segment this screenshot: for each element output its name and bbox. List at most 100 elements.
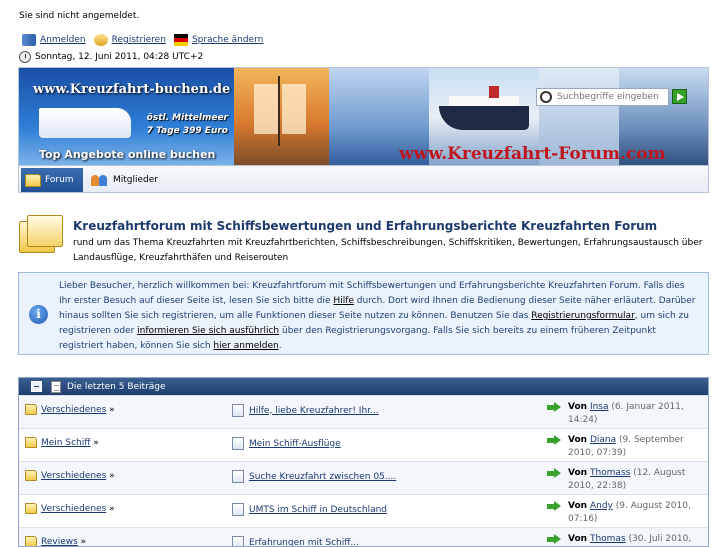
topic-icon (232, 437, 244, 450)
post-author: Von Thomass (12. August 2010, 22:38) (547, 467, 707, 493)
search-icon (540, 91, 552, 103)
post-row: Reviews » Erfahrungen mit Schiff... Von … (19, 527, 708, 547)
go-to-post-arrow-icon[interactable] (547, 468, 561, 479)
post-author: Von Andy (9. August 2010, 07:16) (547, 500, 707, 526)
post-board: Mein Schiff » (25, 437, 99, 448)
go-to-post-arrow-icon[interactable] (547, 534, 561, 545)
collapse-button[interactable] (31, 381, 42, 392)
board-link[interactable]: Reviews (41, 537, 78, 547)
topic-link[interactable]: Hilfe, liebe Kreuzfahrer! Ihr... (249, 406, 379, 416)
post-author: Von Insa (6. Januar 2011, 14:24) (547, 401, 707, 427)
welcome-info-box: i Lieber Besucher, herzlich willkommen b… (18, 272, 709, 355)
german-flag-icon (174, 34, 188, 46)
tab-members-label: Mitglieder (113, 175, 158, 185)
registration-form-link[interactable]: Registrierungsformular (531, 311, 634, 321)
topic-icon (232, 536, 244, 547)
document-icon (51, 381, 61, 393)
post-author: Von Diana (9. September 2010, 07:39) (547, 434, 707, 460)
author-link[interactable]: Andy (590, 501, 613, 511)
members-icon (91, 174, 109, 187)
topic-icon (232, 404, 244, 417)
login-status-text: Sie sind nicht angemeldet. (19, 11, 139, 21)
folder-icon (25, 174, 41, 187)
ad-logo-text: www.Kreuzfahrt-buchen.de (33, 82, 230, 97)
post-topic: Suche Kreuzfahrt zwischen 05.... (232, 470, 396, 483)
post-row: Verschiedenes » Hilfe, liebe Kreuzfahrer… (19, 395, 708, 428)
sail-shape (282, 84, 306, 134)
post-board: Verschiedenes » (25, 404, 115, 415)
board-link[interactable]: Verschiedenes (41, 471, 106, 481)
topic-link[interactable]: Mein Schiff-Ausflüge (249, 439, 341, 449)
tab-forum[interactable]: Forum (21, 168, 83, 192)
search-input[interactable] (555, 91, 665, 103)
board-folder-icon (25, 437, 37, 448)
change-language-link[interactable]: Sprache ändern (192, 35, 263, 45)
site-banner[interactable]: www.Kreuzfahrt-buchen.de östl. Mittelmee… (18, 67, 709, 166)
post-board: Verschiedenes » (25, 470, 115, 481)
ship-hull-shape (439, 106, 529, 130)
post-row: Verschiedenes » UMTS im Schiff in Deutsc… (19, 494, 708, 527)
tab-members[interactable]: Mitglieder (91, 170, 158, 190)
post-board: Reviews » (25, 536, 86, 547)
datetime-bar: Sonntag, 12. Juni 2011, 04:28 UTC+2 (19, 51, 203, 63)
register-link[interactable]: Registrieren (112, 35, 166, 45)
post-topic: Erfahrungen mit Schiff... (232, 536, 359, 547)
language-link-item[interactable]: Sprache ändern (174, 34, 263, 46)
author-link[interactable]: Thomass (590, 468, 630, 478)
topic-link[interactable]: UMTS im Schiff in Deutschland (249, 505, 387, 515)
ad-promo: östl. Mittelmeer 7 Tage 399 Euro (147, 112, 228, 138)
topic-icon (232, 503, 244, 516)
site-name-logo: www.Kreuzfahrt-Forum.com (399, 144, 666, 164)
help-link[interactable]: Hilfe (333, 296, 353, 306)
post-board: Verschiedenes » (25, 503, 115, 514)
clock-icon (19, 51, 31, 63)
page-description: rund um das Thema Kreuzfahrten mit Kreuz… (73, 236, 713, 266)
post-topic: Mein Schiff-Ausflüge (232, 437, 341, 450)
ad-promo-line2: 7 Tage 399 Euro (147, 125, 228, 138)
forum-folder-icon (19, 215, 63, 255)
search-box[interactable] (536, 88, 669, 106)
sailing-ship-photo (234, 68, 329, 166)
go-to-post-arrow-icon[interactable] (547, 435, 561, 446)
user-menu-bar: Anmelden Registrieren Sprache ändern (22, 33, 271, 47)
current-datetime: Sonntag, 12. Juni 2011, 04:28 UTC+2 (35, 52, 203, 62)
cruise-ad-panel[interactable]: www.Kreuzfahrt-buchen.de östl. Mittelmee… (19, 68, 234, 166)
login-here-link[interactable]: hier anmelden (213, 341, 278, 351)
topic-link[interactable]: Erfahrungen mit Schiff... (249, 538, 359, 547)
board-link[interactable]: Mein Schiff (41, 438, 90, 448)
author-link[interactable]: Thomas (590, 534, 626, 544)
board-folder-icon (25, 536, 37, 547)
go-to-post-arrow-icon[interactable] (547, 501, 561, 512)
ad-cta-text: Top Angebote online buchen (39, 148, 215, 161)
login-link[interactable]: Anmelden (40, 35, 86, 45)
author-link[interactable]: Insa (590, 402, 609, 412)
board-folder-icon (25, 503, 37, 514)
post-author: Von Thomas (30. Juli 2010, (547, 533, 707, 546)
post-topic: Hilfe, liebe Kreuzfahrer! Ihr... (232, 404, 379, 417)
topic-link[interactable]: Suche Kreuzfahrt zwischen 05.... (249, 472, 396, 482)
ship-funnel-shape (489, 86, 499, 98)
post-row: Verschiedenes » Suche Kreuzfahrt zwische… (19, 461, 708, 494)
post-row: Mein Schiff » Mein Schiff-Ausflüge Von D… (19, 428, 708, 461)
login-icon (22, 34, 36, 46)
board-folder-icon (25, 404, 37, 415)
go-to-post-arrow-icon[interactable] (547, 402, 561, 413)
recent-posts-title: Die letzten 5 Beiträge (67, 382, 166, 392)
registration-info-link[interactable]: informieren Sie sich ausführlich (137, 326, 279, 336)
register-icon (94, 34, 108, 46)
mast-shape (278, 76, 280, 146)
welcome-text: Lieber Besucher, herzlich willkommen bei… (59, 279, 699, 354)
board-link[interactable]: Verschiedenes (41, 405, 106, 415)
ad-promo-line1: östl. Mittelmeer (147, 112, 228, 125)
register-link-item[interactable]: Registrieren (94, 34, 166, 46)
login-link-item[interactable]: Anmelden (22, 34, 86, 46)
board-link[interactable]: Verschiedenes (41, 504, 106, 514)
page-title: Kreuzfahrtforum mit Schiffsbewertungen u… (73, 219, 657, 233)
sail-shape (254, 84, 278, 134)
author-link[interactable]: Diana (590, 435, 616, 445)
recent-posts-box: Die letzten 5 Beiträge Verschiedenes » H… (18, 377, 709, 547)
post-date: (30. Juli 2010, (629, 534, 692, 544)
search-submit-button[interactable] (672, 89, 687, 104)
cruise-ship-image (39, 108, 131, 138)
post-topic: UMTS im Schiff in Deutschland (232, 503, 387, 516)
